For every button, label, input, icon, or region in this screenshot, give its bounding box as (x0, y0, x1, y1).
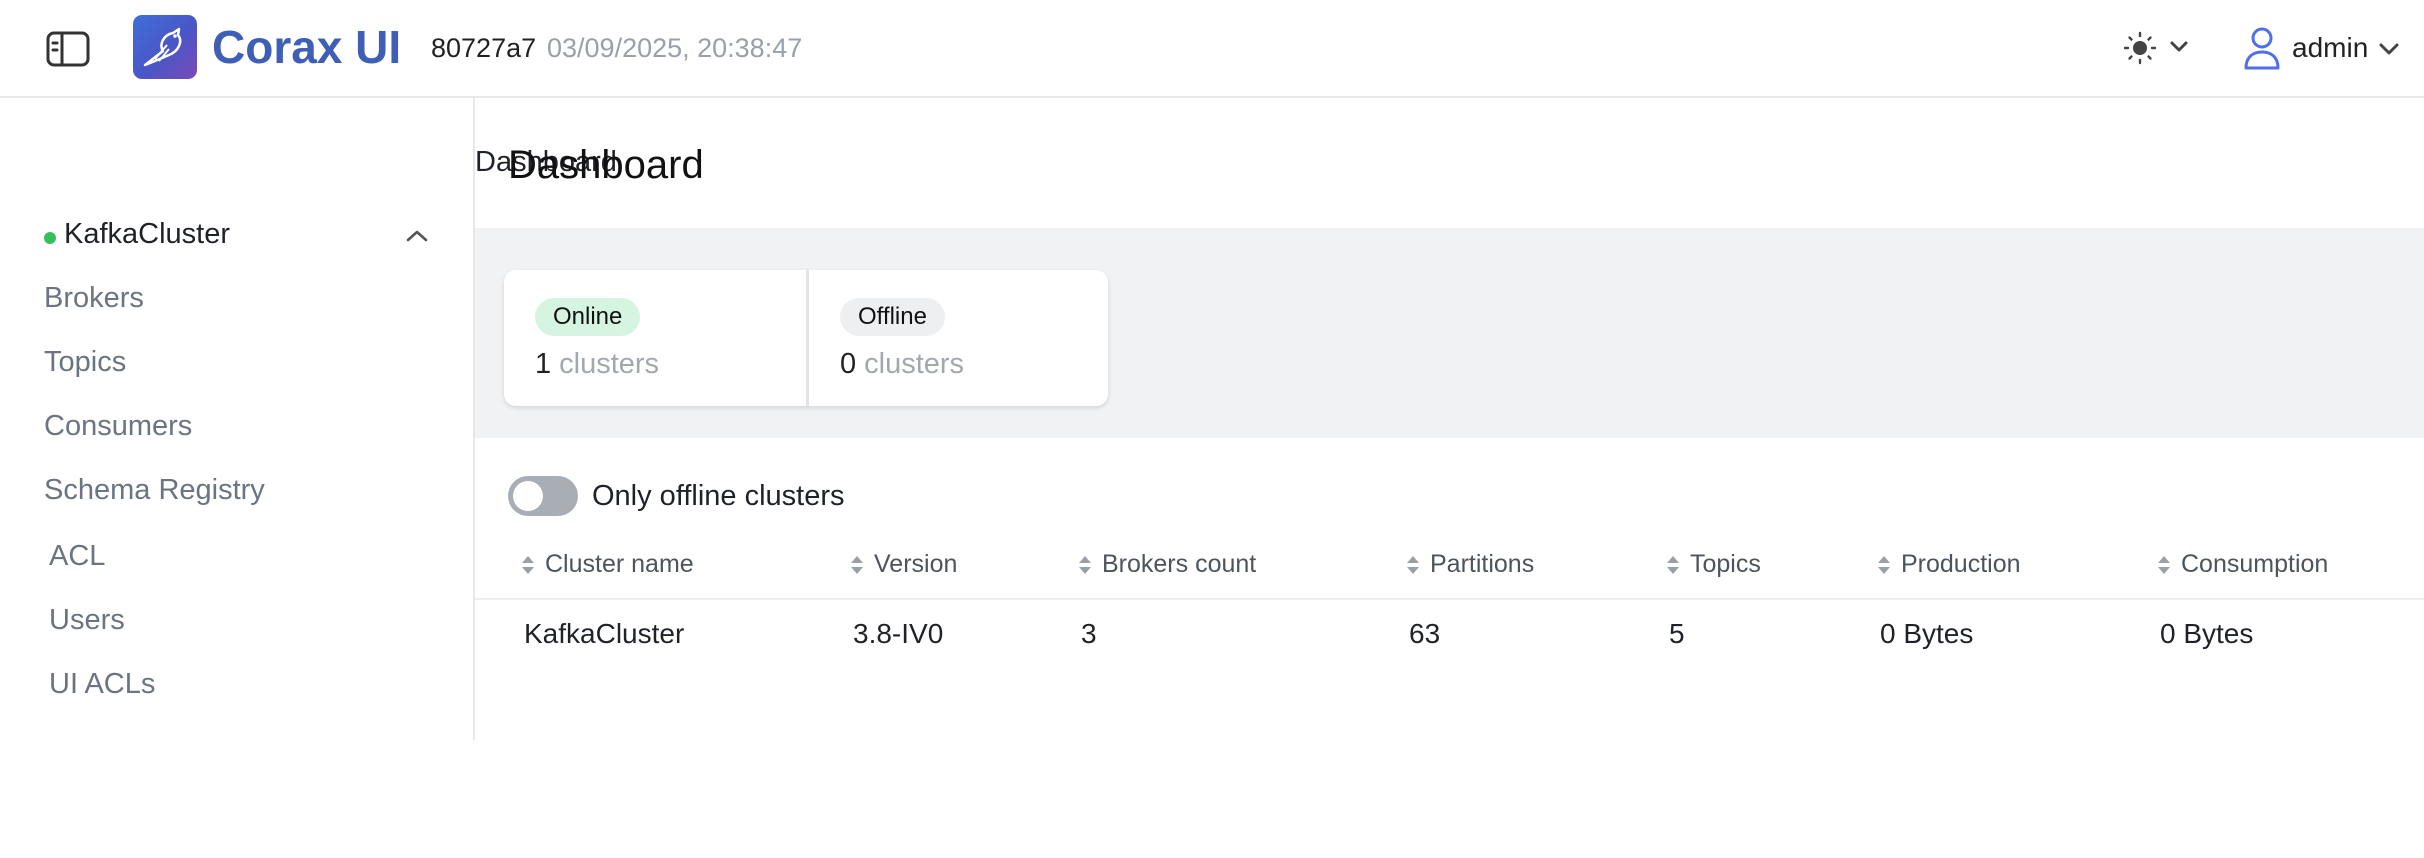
chevron-down-icon (2379, 43, 2399, 55)
sidebar-toggle-icon[interactable] (44, 30, 92, 68)
cell-topics: 5 (1669, 618, 1685, 649)
cell-consumption: 0 Bytes (2160, 618, 2254, 649)
offline-stat[interactable]: Offline 0 clusters (806, 270, 1108, 406)
table-header-divider (475, 598, 2424, 600)
sort-icon (1667, 556, 1679, 575)
only-offline-label: Only offline clusters (592, 480, 845, 512)
online-count-unit: clusters (559, 348, 660, 380)
chevron-up-icon[interactable] (404, 224, 430, 248)
version-date: 03/09/2025, 20:38:47 (547, 33, 803, 63)
sort-icon (522, 556, 534, 575)
cell-partitions: 63 (1409, 618, 1441, 649)
column-header-partitions[interactable]: Partitions (1406, 538, 1534, 590)
sort-icon (851, 556, 863, 575)
version-hash: 80727a7 (431, 33, 537, 63)
offline-count: 0 clusters (840, 344, 964, 384)
sort-icon (1079, 556, 1091, 575)
column-label: Brokers count (1102, 550, 1257, 578)
offline-badge: Offline (840, 298, 945, 336)
online-badge: Online (535, 298, 641, 336)
only-offline-toggle[interactable] (508, 476, 578, 516)
cell-production: 0 Bytes (1880, 618, 1974, 649)
column-header-production[interactable]: Production (1877, 538, 2021, 590)
sidebar-item-topics[interactable]: Topics (44, 344, 126, 380)
offline-count-unit: clusters (864, 348, 965, 380)
sort-icon (2158, 556, 2170, 575)
online-stat[interactable]: Online 1 clusters (504, 270, 806, 406)
cell-brokers-count: 3 (1081, 618, 1097, 649)
main-content: Dashboard Online 1 clusters Offline 0 clus… (475, 98, 2424, 740)
cluster-stats-card: Online 1 clusters Offline 0 clusters (504, 270, 1108, 406)
column-label: Partitions (1430, 550, 1535, 578)
toggle-knob (513, 481, 543, 511)
column-label: Topics (1690, 550, 1761, 578)
brand-name[interactable]: Corax UI (212, 18, 401, 76)
online-count-value: 1 (535, 348, 552, 380)
cluster-status-dot (44, 232, 56, 244)
sidebar-item-ui-acls[interactable]: UI ACLs (49, 666, 155, 702)
column-header-version[interactable]: Version (850, 538, 957, 590)
column-label: Version (874, 550, 958, 578)
column-header-topics[interactable]: Topics (1666, 538, 1761, 590)
sun-icon (2123, 31, 2188, 65)
online-count: 1 clusters (535, 344, 659, 384)
sidebar-item-brokers[interactable]: Brokers (44, 280, 144, 316)
cell-version: 3.8-IV0 (853, 618, 944, 649)
sidebar-item-consumers[interactable]: Consumers (44, 408, 192, 444)
column-label: Production (1901, 550, 2021, 578)
theme-switch[interactable] (2123, 28, 2196, 68)
sidebar-item-acl[interactable]: ACL (49, 538, 105, 574)
page-title: Dashboard (508, 143, 704, 187)
chevron-down-icon (2170, 41, 2188, 52)
top-bar: Corax UI 80727a7 03/09/2025, 20:38:47 ad… (0, 0, 2424, 98)
sidebar: Dashboard KafkaCluster Brokers Topics Co… (0, 98, 617, 740)
column-header-consumption[interactable]: Consumption (2157, 538, 2328, 590)
sort-icon (1878, 556, 1890, 575)
column-header-cluster-name[interactable]: Cluster name (521, 538, 694, 590)
stats-band: Online 1 clusters Offline 0 clusters (475, 228, 2424, 438)
sidebar-item-schema-registry[interactable]: Schema Registry (44, 472, 265, 508)
cell-cluster-name[interactable]: KafkaCluster (524, 614, 684, 654)
user-icon (2244, 27, 2280, 70)
user-menu[interactable]: admin (2242, 24, 2402, 72)
user-name: admin (2292, 32, 2369, 63)
column-label: Cluster name (545, 550, 694, 578)
offline-count-value: 0 (840, 348, 857, 380)
sidebar-item-users[interactable]: Users (49, 602, 125, 638)
logo-bird-icon (133, 15, 197, 79)
sort-icon (1407, 556, 1419, 575)
column-label: Consumption (2181, 550, 2329, 578)
column-header-brokers-count[interactable]: Brokers count (1078, 538, 1256, 590)
